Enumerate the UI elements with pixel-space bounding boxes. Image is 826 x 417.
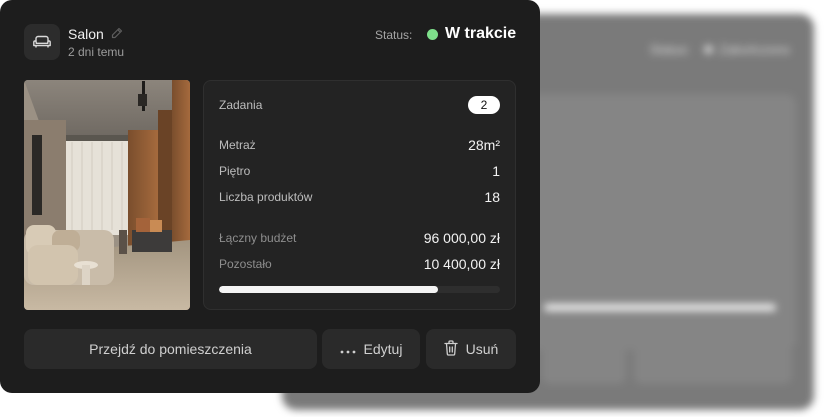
delete-button[interactable]: Usuń — [426, 329, 516, 369]
room-card: Salon 2 dni temu Status: W trakcie Zadan… — [0, 0, 540, 393]
products-label: Liczba produktów — [219, 190, 313, 204]
trash-icon — [444, 339, 458, 359]
area-label: Metraż — [219, 138, 256, 152]
remaining-value: 10 400,00 zł — [423, 256, 500, 272]
background-button — [542, 344, 626, 384]
status-indicator-dot — [427, 29, 438, 40]
room-title: Salon — [68, 26, 123, 42]
sofa-icon — [24, 24, 60, 60]
status-value: W trakcie — [445, 25, 517, 42]
budget-label: Łączny budżet — [219, 231, 297, 245]
status-label: Status: — [375, 28, 413, 42]
room-photo — [24, 80, 190, 310]
edit-button[interactable]: Edytuj — [322, 329, 420, 369]
details-panel: Zadania 2 Metraż 28m² Piętro 1 Liczba pr… — [203, 80, 516, 310]
floor-label: Piętro — [219, 164, 251, 178]
background-progress-bar — [544, 304, 776, 311]
tasks-label: Zadania — [219, 98, 263, 112]
edit-label: Edytuj — [363, 341, 403, 357]
background-status: Status: Zakończono — [649, 42, 790, 57]
room-name: Salon — [68, 26, 104, 42]
tasks-count-badge: 2 — [468, 96, 500, 114]
floor-value: 1 — [492, 163, 500, 179]
go-to-room-button[interactable]: Przejdź do pomieszczenia — [24, 329, 317, 369]
background-button — [708, 344, 792, 384]
budget-progress-bar — [219, 286, 500, 293]
remaining-label: Pozostało — [219, 257, 272, 271]
dots-icon — [340, 341, 356, 357]
area-value: 28m² — [468, 137, 500, 153]
room-updated-time: 2 dni temu — [68, 45, 125, 59]
pencil-icon[interactable] — [111, 26, 123, 42]
budget-progress-fill — [219, 286, 439, 293]
delete-label: Usuń — [465, 341, 499, 357]
go-to-room-label: Przejdź do pomieszczenia — [89, 341, 252, 357]
background-details-panel — [522, 94, 796, 350]
background-button — [634, 344, 718, 384]
budget-value: 96 000,00 zł — [423, 230, 500, 246]
products-value: 18 — [484, 189, 500, 205]
